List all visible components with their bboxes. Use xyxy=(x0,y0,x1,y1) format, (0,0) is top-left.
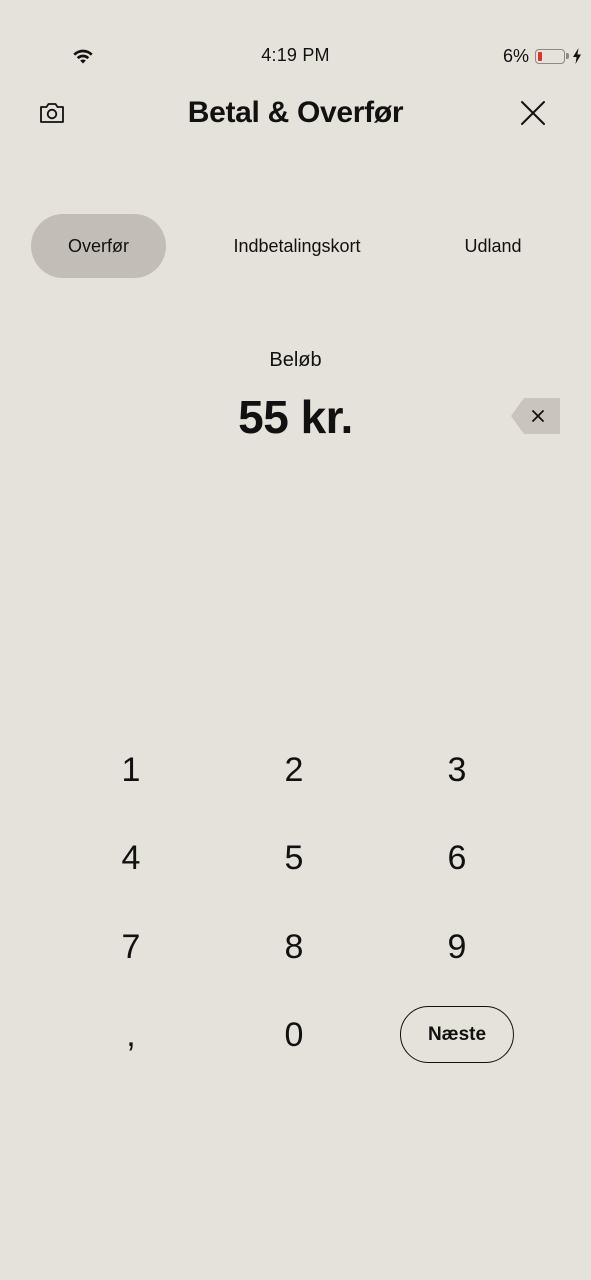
key-6[interactable]: 6 xyxy=(397,828,517,888)
key-8[interactable]: 8 xyxy=(234,917,354,977)
backspace-icon[interactable] xyxy=(511,397,561,435)
battery-cap xyxy=(566,53,570,59)
amount-label: Beløb xyxy=(269,349,322,371)
key-5[interactable]: 5 xyxy=(234,828,354,888)
tab-indbetalingskort[interactable]: Indbetalingskort xyxy=(216,214,378,278)
payment-type-tabs: Overfør Indbetalingskort Udland xyxy=(0,214,591,278)
battery-percent: 6% xyxy=(503,45,530,66)
amount-value: 55 kr. xyxy=(238,391,353,443)
key-9[interactable]: 9 xyxy=(397,917,517,977)
next-button[interactable]: Næste xyxy=(400,1006,514,1063)
key-3[interactable]: 3 xyxy=(397,740,517,800)
key-4[interactable]: 4 xyxy=(71,828,191,888)
battery-icon xyxy=(535,48,566,64)
battery-level-fill xyxy=(538,51,543,61)
key-0[interactable]: 0 xyxy=(234,1005,354,1065)
close-icon[interactable] xyxy=(519,99,547,127)
key-7[interactable]: 7 xyxy=(71,917,191,977)
key-2[interactable]: 2 xyxy=(234,740,354,800)
charging-bolt-icon xyxy=(573,48,582,64)
tab-udland[interactable]: Udland xyxy=(448,214,538,278)
page-title: Betal & Overfør xyxy=(187,96,404,129)
battery-indicator: 6% xyxy=(503,45,582,67)
status-bar: 4:19 PM 6% xyxy=(0,0,591,80)
tab-overfor[interactable]: Overfør xyxy=(31,214,166,278)
key-1[interactable]: 1 xyxy=(71,740,191,800)
key-comma[interactable]: , xyxy=(71,1005,191,1065)
